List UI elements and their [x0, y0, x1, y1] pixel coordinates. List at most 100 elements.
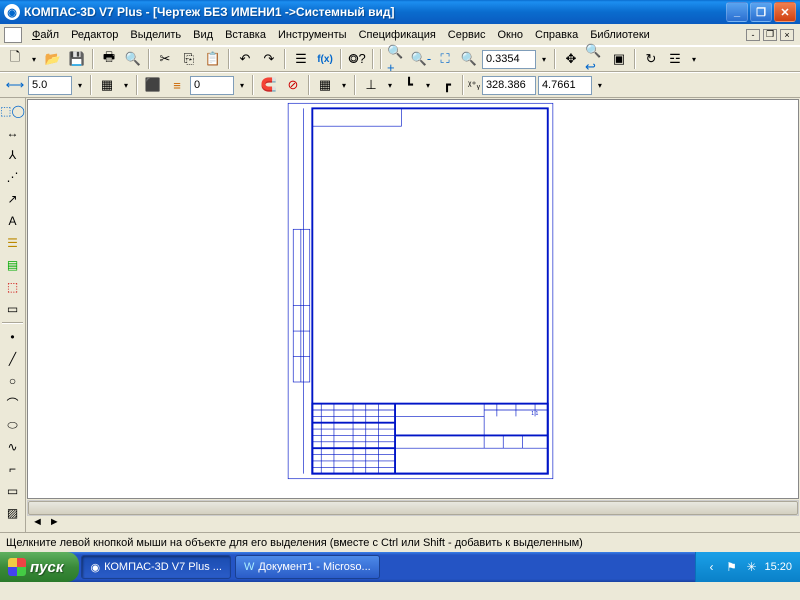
- step-input[interactable]: [28, 76, 72, 95]
- dimension-tool[interactable]: ↔: [2, 123, 24, 143]
- arc-tool[interactable]: ⌒: [2, 393, 24, 413]
- mdi-buttons: - ❐ ×: [746, 29, 794, 41]
- chamfer-tool[interactable]: ⌐: [2, 459, 24, 479]
- taskbar-item-label: Документ1 - Microso...: [258, 561, 370, 573]
- tray-flag-icon[interactable]: ⚑: [724, 560, 738, 574]
- start-button[interactable]: пуск: [0, 552, 79, 582]
- select-tool[interactable]: ▭: [2, 299, 24, 319]
- mdi-restore[interactable]: ❐: [763, 29, 777, 41]
- taskbar-item-kompas[interactable]: ◉ КОМПАС-3D V7 Plus ...: [81, 555, 230, 579]
- snap-disable-button[interactable]: ⊘: [282, 74, 304, 96]
- tray-collapse-icon[interactable]: ‹: [704, 560, 718, 574]
- undo-button[interactable]: ↶: [234, 48, 256, 70]
- menu-select[interactable]: Выделить: [124, 27, 187, 43]
- scrollbar-horizontal[interactable]: [27, 500, 799, 516]
- zoom-value-input[interactable]: [482, 50, 536, 69]
- print-button[interactable]: 🖶: [98, 48, 120, 70]
- help-cursor-button[interactable]: ⭗?: [346, 48, 368, 70]
- zoom-window-button[interactable]: ⛶: [434, 48, 456, 70]
- cut-button[interactable]: ✂: [154, 48, 176, 70]
- spline-tool[interactable]: ∿: [2, 437, 24, 457]
- assoc-tool[interactable]: ⬚: [2, 277, 24, 297]
- mdi-close[interactable]: ×: [780, 29, 794, 41]
- sheet-next[interactable]: ►: [49, 516, 60, 532]
- copy-button[interactable]: ⎘: [178, 48, 200, 70]
- new-dropdown[interactable]: ▾: [28, 48, 40, 70]
- ortho-dropdown[interactable]: ▾: [384, 74, 396, 96]
- pan-button[interactable]: ✥: [560, 48, 582, 70]
- refresh-button[interactable]: ↻: [640, 48, 662, 70]
- circle-tool[interactable]: ○: [2, 371, 24, 391]
- coord-y-input[interactable]: [538, 76, 592, 95]
- hatch-tool[interactable]: ⋰: [2, 167, 24, 187]
- zoom-scale-button[interactable]: 🔍: [458, 48, 480, 70]
- menu-libs[interactable]: Библиотеки: [584, 27, 656, 43]
- zoom-fit-button[interactable]: ▣: [608, 48, 630, 70]
- line-tool[interactable]: ╱: [2, 349, 24, 369]
- properties-button[interactable]: ☰: [290, 48, 312, 70]
- taskbar-item-word[interactable]: W Документ1 - Microso...: [235, 555, 380, 579]
- step-dropdown[interactable]: ▾: [74, 74, 86, 96]
- menu-insert[interactable]: Вставка: [219, 27, 272, 43]
- step-icon[interactable]: ⟷: [4, 74, 26, 96]
- menu-service[interactable]: Сервис: [442, 27, 492, 43]
- local-cs-dropdown[interactable]: ▾: [422, 74, 434, 96]
- coord-x-input[interactable]: [482, 76, 536, 95]
- canvas-wrap: 1 1 ◄ ►: [26, 98, 800, 532]
- maximize-button[interactable]: ❐: [750, 2, 772, 22]
- tray-bug-icon[interactable]: ✳: [744, 560, 758, 574]
- rounding-button[interactable]: ┏: [436, 74, 458, 96]
- zoom-out-button[interactable]: 🔍-: [410, 48, 432, 70]
- fill-tool[interactable]: ▨: [2, 503, 24, 523]
- coord-dropdown[interactable]: ▾: [594, 74, 606, 96]
- rectangle-tool[interactable]: ▭: [2, 481, 24, 501]
- ortho-button[interactable]: ⊥: [360, 74, 382, 96]
- state-dropdown[interactable]: ▾: [120, 74, 132, 96]
- preview-button[interactable]: 🔍: [122, 48, 144, 70]
- mdi-minimize[interactable]: -: [746, 29, 760, 41]
- zoom-dropdown[interactable]: ▾: [538, 48, 550, 70]
- layer-dropdown[interactable]: ▾: [236, 74, 248, 96]
- menu-help[interactable]: Справка: [529, 27, 584, 43]
- menu-file[interactable]: Файл: [26, 27, 65, 43]
- grid-dropdown[interactable]: ▾: [338, 74, 350, 96]
- state-button[interactable]: ▦: [96, 74, 118, 96]
- layers-dropdown[interactable]: ▾: [688, 48, 700, 70]
- params-tool[interactable]: ▤: [2, 255, 24, 275]
- snap-enable-button[interactable]: 🧲: [258, 74, 280, 96]
- document-icon[interactable]: [4, 27, 22, 43]
- variables-button[interactable]: f(x): [314, 48, 336, 70]
- layer-input[interactable]: [190, 76, 234, 95]
- measure-tool[interactable]: A: [2, 211, 24, 231]
- close-button[interactable]: ✕: [774, 2, 796, 22]
- taskbar: пуск ◉ КОМПАС-3D V7 Plus ... W Документ1…: [0, 552, 800, 582]
- scrollbar-thumb[interactable]: [28, 501, 798, 515]
- local-cs-button[interactable]: ┗: [398, 74, 420, 96]
- menu-spec[interactable]: Спецификация: [353, 27, 442, 43]
- scrollbar-track[interactable]: [27, 500, 799, 516]
- drawing-canvas[interactable]: 1 1: [27, 99, 799, 499]
- spec-tool[interactable]: ☰: [2, 233, 24, 253]
- open-button[interactable]: 📂: [42, 48, 64, 70]
- sheet-prev[interactable]: ◄: [32, 516, 43, 532]
- redo-button[interactable]: ↷: [258, 48, 280, 70]
- menu-view[interactable]: Вид: [187, 27, 219, 43]
- point-tool[interactable]: •: [2, 327, 24, 347]
- menu-edit[interactable]: Редактор: [65, 27, 124, 43]
- clock[interactable]: 15:20: [764, 561, 792, 573]
- save-button[interactable]: 💾: [66, 48, 88, 70]
- menu-window[interactable]: Окно: [491, 27, 529, 43]
- layers-button[interactable]: ☲: [664, 48, 686, 70]
- grid-button[interactable]: ▦: [314, 74, 336, 96]
- zoom-in-button[interactable]: 🔍+: [386, 48, 408, 70]
- annotation-tool[interactable]: ⅄: [2, 145, 24, 165]
- paste-button[interactable]: 📋: [202, 48, 224, 70]
- zoom-prev-button[interactable]: 🔍↩: [584, 48, 606, 70]
- menu-tools[interactable]: Инструменты: [272, 27, 353, 43]
- edit-tool[interactable]: ↗: [2, 189, 24, 209]
- layer-hatch-icon[interactable]: ≡: [166, 74, 188, 96]
- ellipse-tool[interactable]: ⬭: [2, 415, 24, 435]
- geometry-tool[interactable]: ⬚◯: [2, 101, 24, 121]
- minimize-button[interactable]: _: [726, 2, 748, 22]
- new-button[interactable]: 🗋: [4, 48, 26, 70]
